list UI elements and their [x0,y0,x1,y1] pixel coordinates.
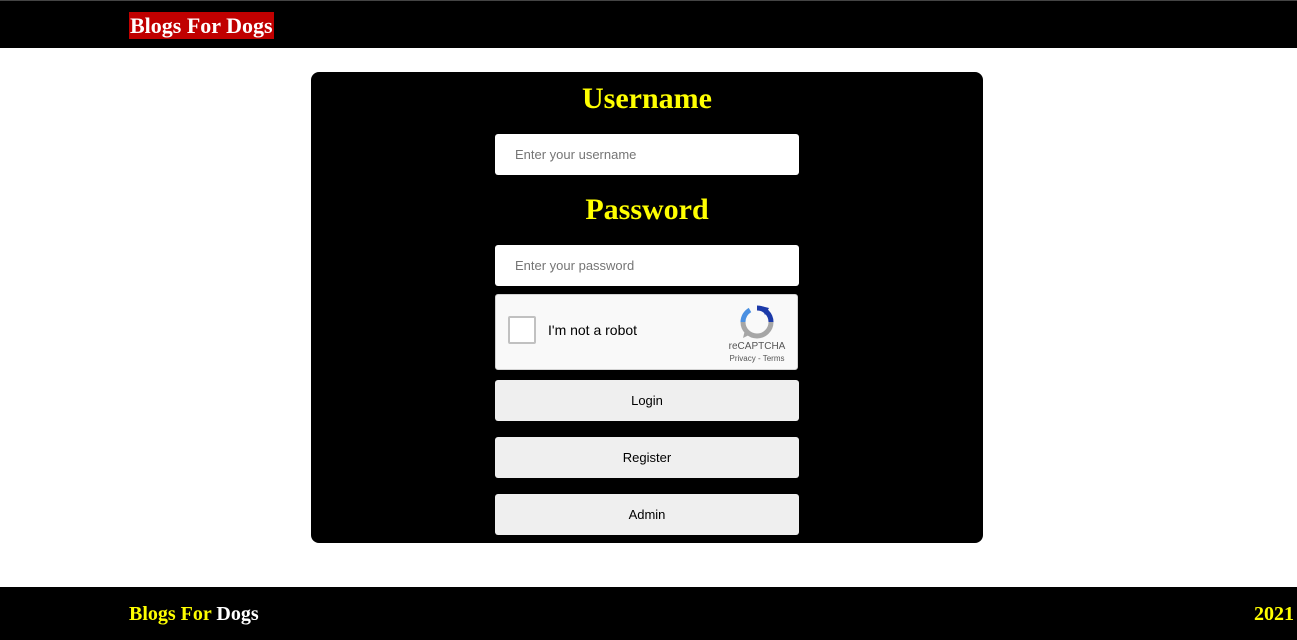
footer-brand: Blogs For Dogs [129,602,259,626]
admin-button[interactable]: Admin [495,494,799,535]
password-input[interactable] [495,245,799,286]
register-button[interactable]: Register [495,437,799,478]
recaptcha-label: I'm not a robot [548,322,638,338]
password-label: Password [585,193,709,226]
recaptcha-link-separator: - [757,354,761,363]
top-navbar: Blogs For Dogs [0,0,1297,48]
recaptcha-terms-link[interactable]: Terms [763,354,785,363]
recaptcha-privacy-link[interactable]: Privacy [730,354,756,363]
footer-year: 2021 [1254,603,1294,625]
recaptcha-logo-icon [740,305,774,339]
brand-logo-link[interactable]: Blogs For Dogs [129,12,274,39]
recaptcha-checkbox[interactable] [508,316,536,344]
login-card: Username Password I'm not a robot reCAPT… [311,72,983,543]
username-label: Username [582,82,712,115]
footer-brand-part1: Blogs For [129,603,212,625]
login-button[interactable]: Login [495,380,799,421]
recaptcha-widget: I'm not a robot reCAPTCHA Privacy - Term… [495,294,798,370]
footer-bar: Blogs For Dogs 2021 [0,587,1297,640]
footer-brand-part2: Dogs [216,603,259,625]
recaptcha-brand-text: reCAPTCHA [728,341,786,352]
recaptcha-links: Privacy - Terms [718,354,796,363]
username-input[interactable] [495,134,799,175]
